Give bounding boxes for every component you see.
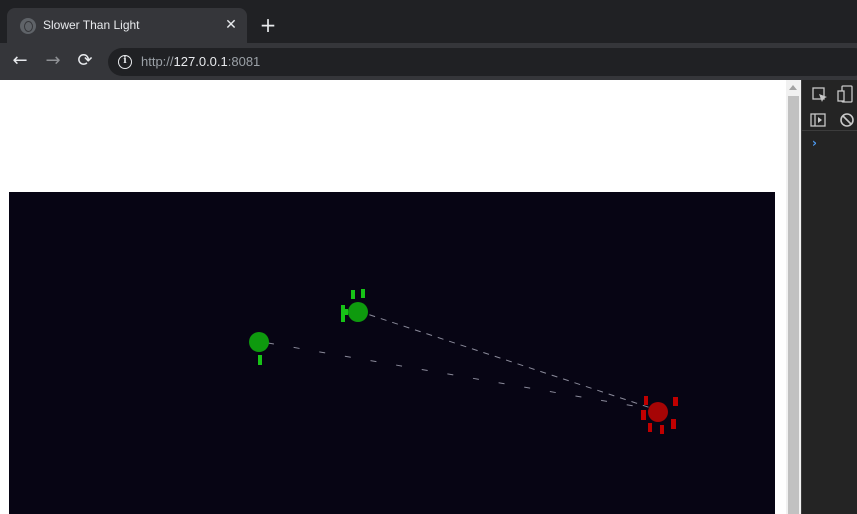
browser-tab[interactable]: Slower Than Light ✕ xyxy=(7,8,247,43)
ship-marker xyxy=(660,425,664,434)
ship-hull xyxy=(348,302,368,322)
game-canvas[interactable] xyxy=(9,192,775,514)
scroll-thumb[interactable] xyxy=(788,96,799,514)
page-scrollbar[interactable] xyxy=(786,80,801,514)
inspect-element-icon[interactable] xyxy=(811,86,829,104)
show-console-sidebar-icon[interactable] xyxy=(809,111,827,129)
ship-marker xyxy=(673,397,678,406)
tab-title: Slower Than Light xyxy=(43,18,140,32)
ship-marker xyxy=(648,423,652,432)
ship-marker xyxy=(361,289,365,298)
reload-button[interactable]: ⟳ xyxy=(72,49,98,75)
url-text[interactable]: http://127.0.0.1:8081 xyxy=(141,54,260,69)
friendly-ship-2[interactable] xyxy=(341,289,368,322)
device-toolbar-icon[interactable] xyxy=(836,85,854,103)
info-icon[interactable]: i xyxy=(118,55,132,69)
new-tab-button[interactable]: + xyxy=(256,14,280,38)
clear-console-icon[interactable] xyxy=(838,111,856,129)
page-viewport xyxy=(0,80,786,514)
address-bar[interactable]: i http://127.0.0.1:8081 xyxy=(108,48,857,76)
ship-hull xyxy=(249,332,269,352)
devtools-panel: › xyxy=(801,80,857,514)
globe-icon xyxy=(20,18,36,34)
browser-toolbar: ← → ⟳ i http://127.0.0.1:8081 xyxy=(0,43,857,80)
scroll-up-icon[interactable] xyxy=(789,85,797,90)
url-scheme: http:// xyxy=(141,54,174,69)
console-prompt-icon[interactable]: › xyxy=(812,136,817,150)
friendly-ship-1[interactable] xyxy=(249,332,269,365)
ship-marker xyxy=(341,305,345,322)
forward-button[interactable]: → xyxy=(40,49,66,75)
ship-marker xyxy=(258,355,262,365)
ship-marker xyxy=(644,396,648,405)
devtools-divider xyxy=(802,130,857,131)
back-button[interactable]: ← xyxy=(7,49,33,75)
game-scene xyxy=(249,289,678,434)
ship-marker xyxy=(345,309,348,315)
tab-strip: Slower Than Light ✕ + xyxy=(0,0,857,43)
ship-marker xyxy=(351,290,355,299)
ship-marker xyxy=(641,410,646,420)
ship-marker xyxy=(671,419,676,429)
close-tab-icon[interactable]: ✕ xyxy=(221,15,241,35)
enemy-ship-1[interactable] xyxy=(641,396,678,434)
route-line-2 xyxy=(357,310,658,411)
url-port: :8081 xyxy=(227,54,261,69)
url-host: 127.0.0.1 xyxy=(173,54,228,69)
ship-hull xyxy=(648,402,668,422)
route-line-1 xyxy=(267,342,658,411)
